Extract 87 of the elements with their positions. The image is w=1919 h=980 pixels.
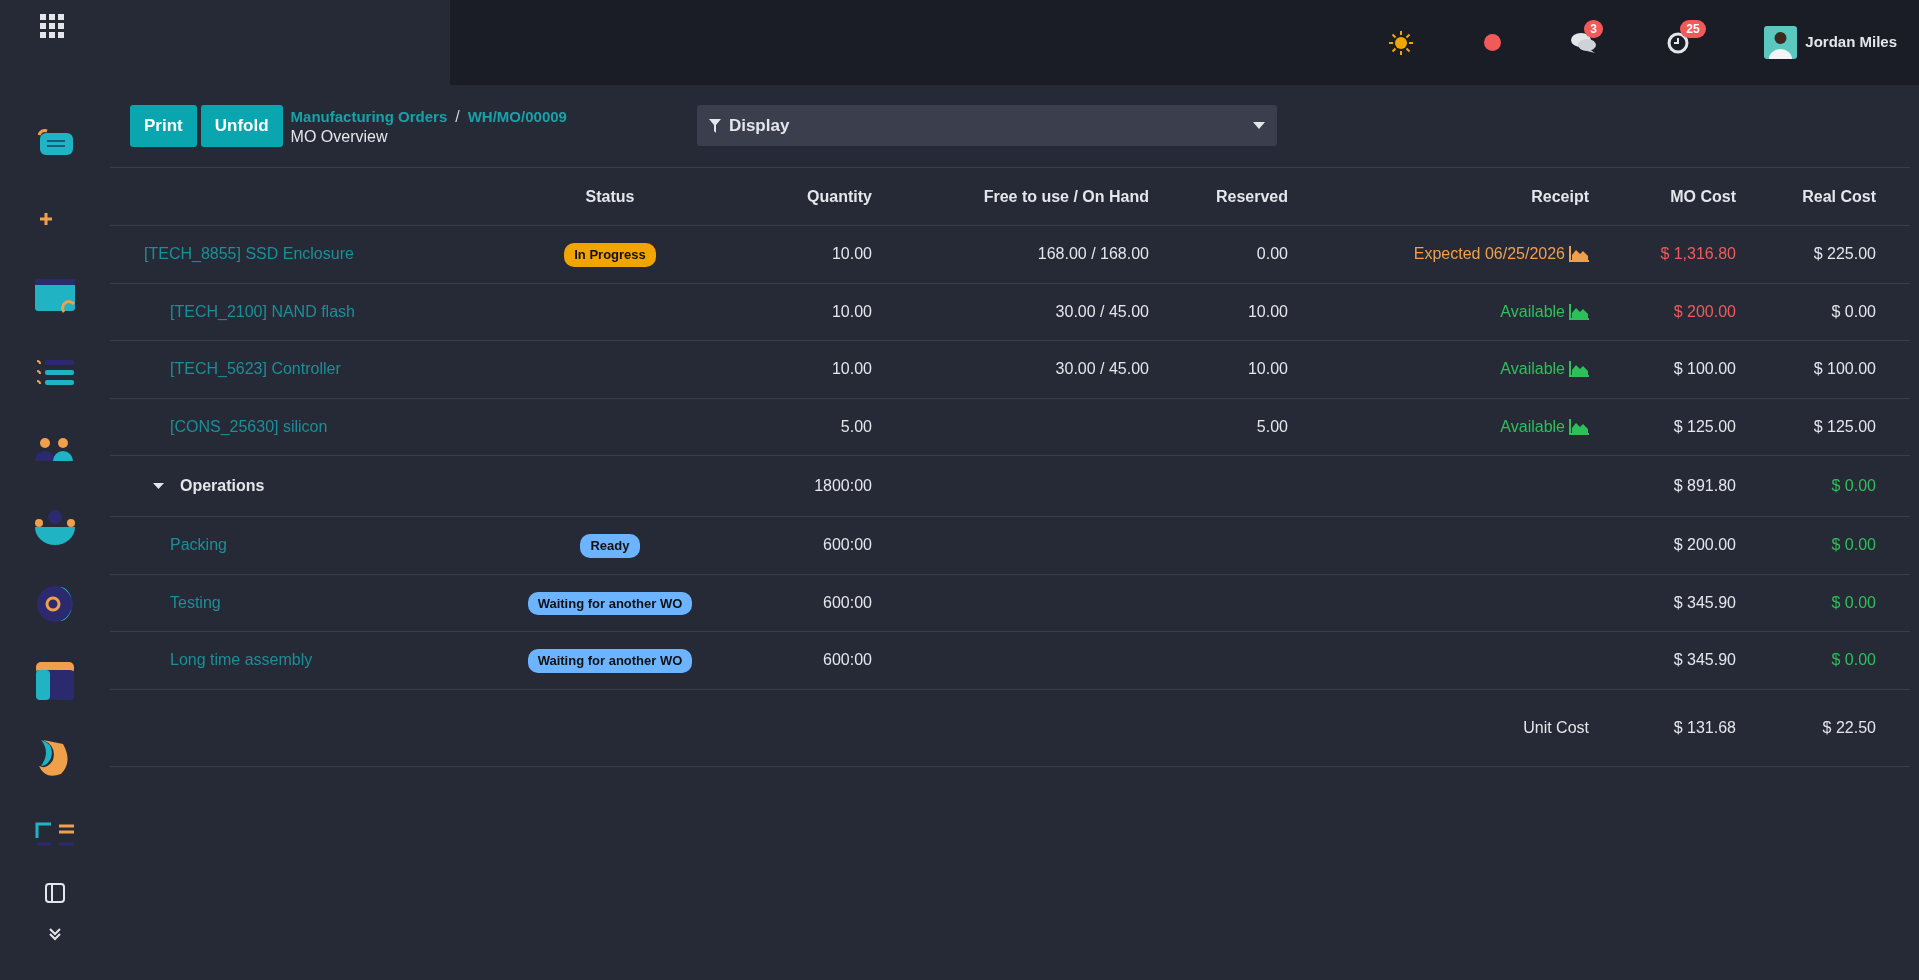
breadcrumb-link[interactable]: Manufacturing Orders: [290, 107, 448, 127]
app-grid-icon[interactable]: [40, 14, 64, 38]
breadcrumb-separator: /: [455, 107, 460, 127]
mo-cost-value: $ 345.90: [1673, 651, 1736, 669]
receipt-status: Available: [1500, 416, 1565, 437]
sidebar-toggle-icon[interactable]: [44, 882, 66, 904]
reserved-value: 10.00: [1247, 302, 1288, 320]
quantity-value: 5.00: [840, 417, 872, 435]
real-cost-value: $ 0.00: [1831, 651, 1876, 669]
quantity-value: 600:00: [823, 651, 872, 669]
people-icon[interactable]: [35, 436, 75, 463]
mo-cost-value: $ 125.00: [1673, 417, 1736, 435]
quantity-value: 10.00: [831, 245, 872, 263]
notification-count: 25: [1680, 19, 1706, 38]
mo-cost-value: $ 200.00: [1673, 536, 1736, 554]
record-dot-icon[interactable]: [1484, 34, 1502, 51]
column-header: Status: [480, 167, 740, 226]
stock-value: 30.00 / 45.00: [1055, 360, 1149, 378]
area-chart-icon[interactable]: [1569, 361, 1589, 378]
quantity-value: 10.00: [831, 302, 872, 320]
real-cost-value: $ 0.00: [1831, 593, 1876, 611]
notification-count: 3: [1584, 19, 1603, 38]
real-cost-value: $ 225.00: [1813, 245, 1876, 263]
caret-icon: [1252, 122, 1265, 129]
list-icon[interactable]: [35, 357, 75, 388]
status-badge: In Progress: [564, 243, 656, 267]
real-cost-value: $ 0.00: [1831, 302, 1876, 320]
status-badge: Ready: [580, 534, 640, 558]
unit-cost-label: Unit Cost: [1523, 718, 1589, 736]
item-link[interactable]: [TECH_2100] NAND flash: [170, 302, 355, 320]
card-icon[interactable]: [34, 277, 76, 314]
toolbar-button[interactable]: Unfold: [200, 105, 283, 147]
reserved-value: 10.00: [1247, 360, 1288, 378]
real-cost-total: $ 22.50: [1822, 718, 1876, 736]
real-cost-value: $ 100.00: [1813, 360, 1876, 378]
stock-value: 168.00 / 168.00: [1037, 245, 1149, 263]
double-chevron-down-icon[interactable]: [48, 926, 62, 941]
team-icon[interactable]: [34, 508, 76, 545]
item-link[interactable]: Packing: [170, 536, 227, 554]
mo-cost-value: $ 1,316.80: [1660, 245, 1736, 263]
avatar-icon[interactable]: [1764, 26, 1798, 59]
status-badge: Waiting for another WO: [527, 591, 693, 615]
column-header: Real Cost: [1736, 167, 1876, 226]
quantity-value: 600:00: [823, 593, 872, 611]
real-cost-value: $ 0.00: [1831, 536, 1876, 554]
chat-bubble-icon[interactable]: [35, 126, 75, 157]
column-header: Quantity: [740, 167, 872, 226]
sun-icon[interactable]: [1388, 29, 1415, 56]
quantity-value: 1800:00: [814, 477, 872, 494]
receipt-status: Expected 06/25/2026: [1413, 244, 1565, 265]
mo-cost-value: $ 345.90: [1673, 593, 1736, 611]
column-header: Free to use / On Hand: [872, 167, 1149, 226]
item-link[interactable]: [CONS_25630] silicon: [170, 417, 328, 435]
mo-cost-value: $ 200.00: [1673, 302, 1736, 320]
real-cost-value: $ 125.00: [1813, 417, 1876, 435]
page-title: MO Overview: [290, 127, 389, 147]
area-chart-icon[interactable]: [1569, 246, 1589, 263]
stock-value: 30.00 / 45.00: [1055, 302, 1149, 320]
quantity-value: 10.00: [831, 360, 872, 378]
column-header: Receipt: [1288, 167, 1589, 226]
real-cost-value: $ 0.00: [1831, 477, 1876, 494]
toolbar-button[interactable]: Print: [130, 105, 197, 147]
reserved-value: 5.00: [1256, 417, 1288, 435]
clock-icon[interactable]: [1667, 31, 1690, 54]
receipt-status: Available: [1500, 359, 1565, 380]
column-header: MO Cost: [1589, 167, 1736, 226]
filter-icon: [708, 118, 721, 133]
area-chart-icon[interactable]: [1569, 303, 1589, 320]
section-title[interactable]: Operations: [180, 473, 265, 498]
mo-cost-value: $ 891.80: [1673, 477, 1736, 494]
area-chart-icon[interactable]: [1569, 418, 1589, 435]
column-header: Reserved: [1149, 167, 1288, 226]
status-badge: Waiting for another WO: [527, 649, 693, 673]
breadcrumb-link[interactable]: WH/MO/00009: [467, 107, 567, 127]
item-link[interactable]: Testing: [170, 593, 221, 611]
mo-cost-value: $ 100.00: [1673, 360, 1736, 378]
reserved-value: 0.00: [1256, 245, 1288, 263]
user-name[interactable]: Jordan Miles: [1805, 31, 1897, 54]
quantity-value: 600:00: [823, 536, 872, 554]
calendar-icon[interactable]: [35, 660, 75, 701]
item-link[interactable]: [TECH_8855] SSD Enclosure: [144, 245, 354, 263]
receipt-status: Available: [1500, 301, 1565, 322]
caret-icon[interactable]: [153, 480, 164, 492]
display-dropdown[interactable]: Display: [696, 105, 1277, 146]
mo-cost-total: $ 131.68: [1673, 718, 1736, 736]
item-link[interactable]: [TECH_5623] Controller: [170, 360, 341, 378]
item-link[interactable]: Long time assembly: [170, 651, 313, 669]
